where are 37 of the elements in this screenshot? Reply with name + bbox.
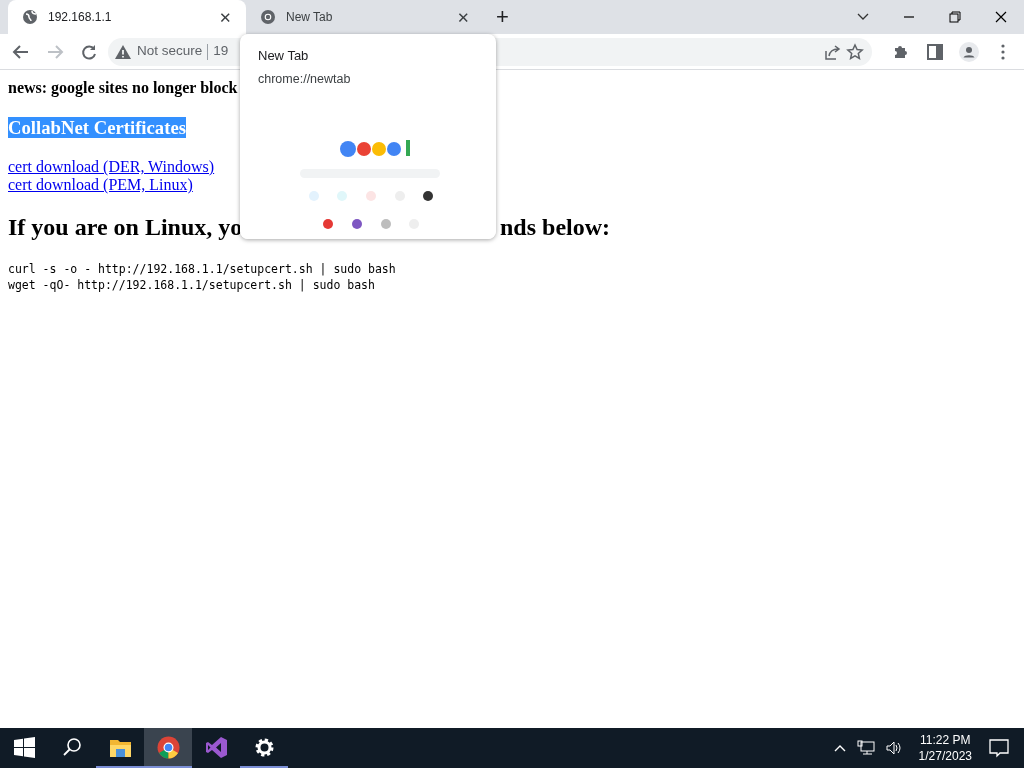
star-icon[interactable] xyxy=(846,42,864,61)
heading-text: If you are on Linux, yo xyxy=(8,214,243,240)
security-label: Not secure xyxy=(137,42,203,61)
restore-icon xyxy=(947,9,963,25)
minimize-icon xyxy=(904,16,914,18)
card-url: chrome://newtab xyxy=(258,70,352,88)
clock-time: 11:22 PM xyxy=(919,732,972,748)
heading-text: nds below: xyxy=(500,213,611,241)
taskbar-button[interactable] xyxy=(144,728,192,768)
url-text: 19 xyxy=(213,42,229,61)
chrome-icon xyxy=(260,9,276,25)
browser-tab[interactable]: 192.168.1.1 ✕ xyxy=(8,0,246,34)
download-link[interactable]: cert download (PEM, Linux) xyxy=(8,176,193,194)
card-title: New Tab xyxy=(258,47,310,65)
command-line: curl -s -o - http://192.168.1.1/setupcert.sh | sudo bash xyxy=(8,261,397,277)
browser-tab[interactable]: New Tab ✕ xyxy=(246,0,484,34)
network-icon[interactable] xyxy=(856,740,875,756)
command-line: wget -qO- http://192.168.1.1/setupcert.sh | sudo bash xyxy=(8,277,376,293)
close-tab-button[interactable]: ✕ xyxy=(453,7,474,27)
download-link[interactable]: cert download (DER, Windows) xyxy=(8,158,215,176)
chrome-icon xyxy=(156,735,180,759)
close-icon xyxy=(993,9,1009,25)
new-tab-button[interactable]: + xyxy=(490,5,515,29)
person-icon xyxy=(959,41,979,62)
globe-icon xyxy=(22,9,38,25)
windows-logo-icon xyxy=(12,735,36,759)
side-panel-icon xyxy=(925,41,945,62)
close-tab-button[interactable]: ✕ xyxy=(215,7,236,27)
infinity-logo-icon xyxy=(204,735,228,759)
clock-date: 1/27/2023 xyxy=(918,748,972,764)
kebab-menu-icon xyxy=(1001,43,1005,60)
news-text: news: google sites no longer block xyxy=(8,78,238,97)
share-icon[interactable] xyxy=(823,42,841,61)
selected-heading: CollabNet Certificates xyxy=(8,117,186,138)
notification-icon[interactable] xyxy=(988,738,1010,758)
warning-icon xyxy=(114,43,132,60)
speaker-icon[interactable] xyxy=(884,740,903,756)
